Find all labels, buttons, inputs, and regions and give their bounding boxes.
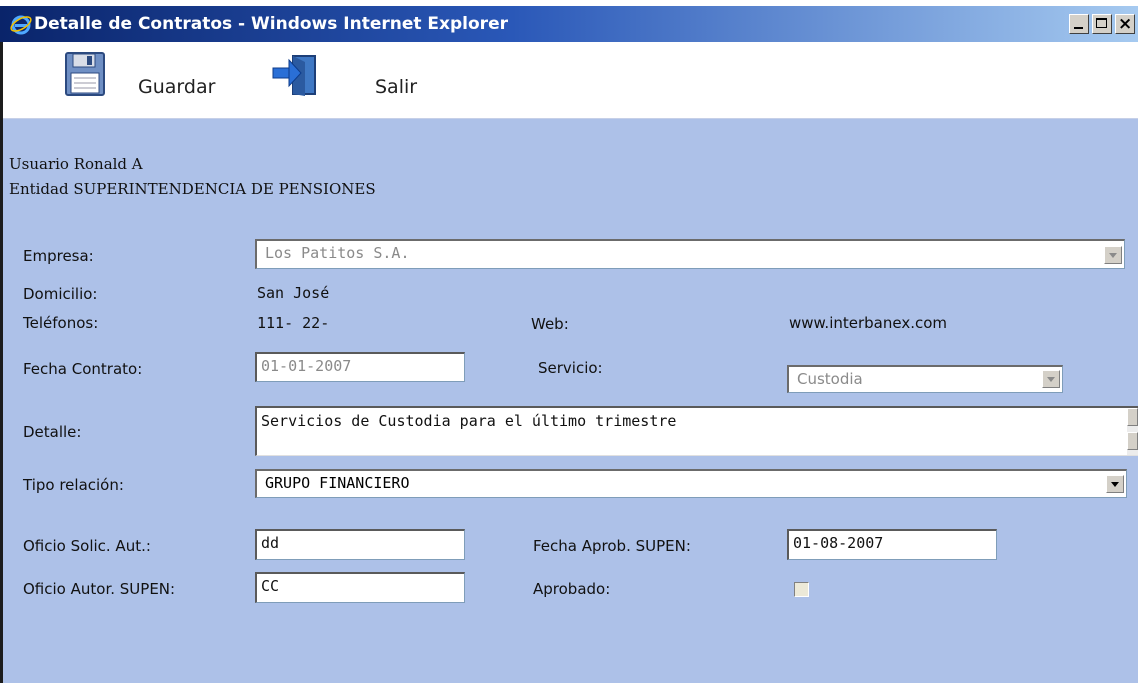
telefonos-value: 111- 22- [257, 314, 330, 332]
domicilio-label: Domicilio: [23, 285, 98, 303]
window-title: Detalle de Contratos - Windows Internet … [34, 14, 508, 34]
aprobado-checkbox[interactable] [794, 582, 809, 597]
ie-icon [10, 15, 32, 35]
aprobado-label: Aprobado: [533, 580, 611, 598]
chevron-down-icon [1109, 253, 1117, 258]
user-line: Usuario Ronald A [9, 155, 143, 173]
scroll-down-button[interactable] [1127, 432, 1138, 450]
web-label: Web: [531, 315, 569, 333]
exit-door-icon[interactable] [271, 54, 317, 96]
empresa-dropdown-button[interactable] [1104, 246, 1122, 264]
fecha-contrato-value: 01-01-2007 [261, 357, 352, 375]
detalle-scrollbar[interactable] [1127, 408, 1138, 455]
empresa-select[interactable]: Los Patitos S.A. [255, 239, 1125, 269]
form-area: Usuario Ronald A Entidad SUPERINTENDENCI… [3, 119, 1138, 683]
maximize-icon [1096, 18, 1107, 28]
telefonos-label: Teléfonos: [23, 314, 99, 332]
servicio-label: Servicio: [538, 359, 603, 377]
detalle-value: Servicios de Custodia para el último tri… [261, 412, 677, 430]
exit-button[interactable]: Salir [375, 76, 417, 98]
oficio-solic-input[interactable]: dd [255, 529, 465, 560]
chevron-down-icon [1111, 482, 1119, 487]
close-icon: × [1118, 14, 1133, 34]
floppy-disk-icon[interactable] [65, 52, 105, 96]
detalle-textarea[interactable]: Servicios de Custodia para el último tri… [255, 406, 1138, 456]
chevron-down-icon [1047, 377, 1055, 382]
servicio-value: Custodia [797, 370, 863, 388]
close-button[interactable]: × [1115, 14, 1135, 34]
fecha-aprob-label: Fecha Aprob. SUPEN: [533, 537, 691, 555]
oficio-solic-value: dd [261, 534, 280, 552]
empresa-value: Los Patitos S.A. [265, 244, 410, 262]
maximize-button[interactable] [1092, 14, 1112, 34]
oficio-solic-label: Oficio Solic. Aut.: [23, 537, 151, 555]
minimize-icon [1074, 27, 1083, 29]
detalle-label: Detalle: [23, 423, 82, 441]
domicilio-value: San José [257, 284, 330, 302]
tipo-relacion-label: Tipo relación: [23, 476, 124, 494]
scroll-up-button[interactable] [1127, 408, 1138, 426]
oficio-autor-label: Oficio Autor. SUPEN: [23, 580, 176, 598]
web-value: www.interbanex.com [789, 314, 948, 332]
entity-line: Entidad SUPERINTENDENCIA DE PENSIONES [9, 180, 376, 198]
oficio-autor-value: CC [261, 577, 280, 595]
oficio-autor-input[interactable]: CC [255, 572, 465, 603]
empresa-label: Empresa: [23, 247, 94, 265]
tipo-relacion-value: GRUPO FINANCIERO [265, 474, 410, 492]
tipo-relacion-select[interactable]: GRUPO FINANCIERO [255, 469, 1127, 498]
fecha-contrato-label: Fecha Contrato: [23, 360, 143, 378]
minimize-button[interactable] [1069, 14, 1089, 34]
tipo-relacion-dropdown-button[interactable] [1106, 475, 1124, 493]
title-bar: Detalle de Contratos - Windows Internet … [0, 0, 1138, 42]
ie-window: Detalle de Contratos - Windows Internet … [0, 0, 1138, 683]
fecha-aprob-value: 01-08-2007 [793, 534, 884, 552]
fecha-aprob-input[interactable]: 01-08-2007 [787, 529, 997, 560]
save-button[interactable]: Guardar [138, 76, 215, 98]
toolbar: Guardar Salir [3, 42, 1138, 119]
servicio-select[interactable]: Custodia [787, 365, 1063, 393]
fecha-contrato-input[interactable]: 01-01-2007 [255, 352, 465, 382]
servicio-dropdown-button[interactable] [1042, 370, 1060, 388]
